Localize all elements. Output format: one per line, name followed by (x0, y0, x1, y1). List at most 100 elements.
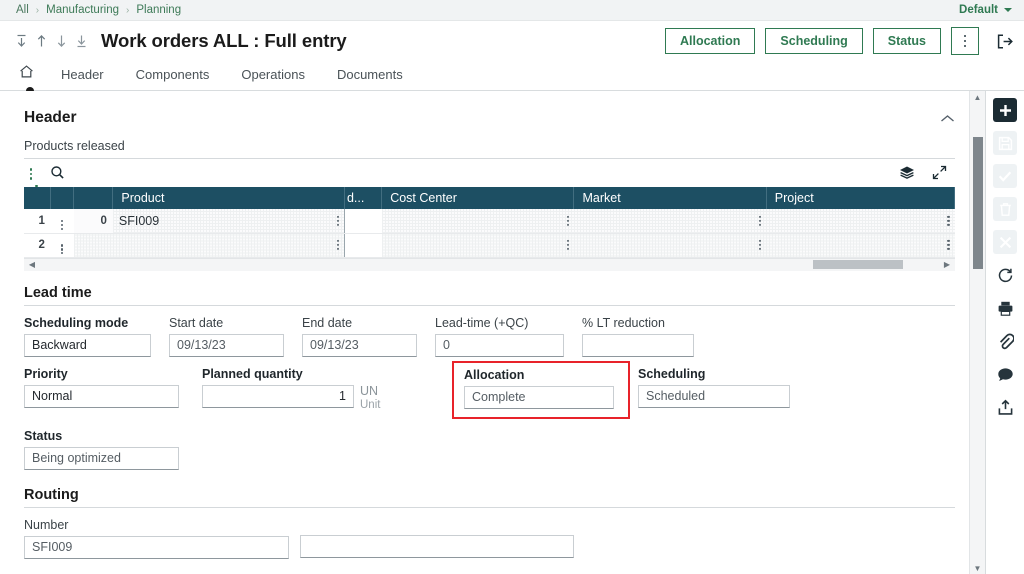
row-menu-button[interactable] (51, 233, 74, 257)
tab-bar: Header Components Operations Documents (0, 61, 1024, 91)
column-header-seq[interactable] (74, 187, 113, 209)
status-input[interactable] (24, 447, 179, 470)
scroll-right-icon[interactable]: ▶ (939, 260, 955, 269)
exit-icon[interactable] (995, 32, 1014, 51)
scroll-track[interactable] (40, 260, 939, 269)
table-row[interactable]: 1 0 SFI009 (24, 209, 955, 233)
column-header-rownum[interactable] (24, 187, 51, 209)
planned-quantity-input[interactable] (202, 385, 354, 408)
search-icon[interactable] (50, 165, 65, 183)
cell-project[interactable] (766, 209, 954, 233)
tab-operations[interactable]: Operations (225, 61, 321, 91)
cell-menu-icon[interactable] (567, 240, 569, 250)
share-icon[interactable] (993, 395, 1017, 419)
scroll-left-icon[interactable]: ◀ (24, 260, 40, 269)
scheduling-button[interactable]: Scheduling (765, 28, 862, 54)
cell-menu-icon[interactable] (759, 240, 761, 250)
breadcrumb-item-manufacturing[interactable]: Manufacturing (46, 4, 119, 16)
cell-d[interactable] (344, 233, 381, 257)
refresh-icon[interactable] (993, 263, 1017, 287)
unit-code: UN (360, 384, 452, 399)
cell-seq[interactable] (74, 233, 113, 257)
scheduling-mode-input[interactable] (24, 334, 151, 357)
table-row[interactable]: 2 (24, 233, 955, 257)
label-routing-number: Number (24, 518, 300, 532)
column-header-project[interactable]: Project (766, 187, 954, 209)
scroll-thumb[interactable] (813, 260, 903, 269)
priority-input[interactable] (24, 385, 179, 408)
column-header-product[interactable]: Product (113, 187, 345, 209)
content-vertical-scrollbar[interactable]: ▲ ▼ (969, 91, 985, 574)
status-button[interactable]: Status (873, 28, 941, 54)
label-end-date: End date (302, 316, 435, 330)
breadcrumb-item-planning[interactable]: Planning (136, 4, 181, 16)
grid-menu-dot-icon (35, 185, 37, 187)
cell-menu-icon[interactable] (947, 216, 949, 226)
home-icon (18, 62, 35, 90)
lead-time-qc-input[interactable] (435, 334, 564, 357)
expand-icon[interactable] (932, 165, 947, 183)
routing-number-input[interactable] (24, 536, 289, 559)
scroll-down-icon[interactable]: ▼ (970, 562, 985, 574)
table-body: 1 0 SFI009 2 (24, 209, 955, 257)
row-menu-button[interactable] (51, 209, 74, 233)
scroll-thumb[interactable] (973, 137, 983, 269)
field-status: Status (24, 429, 202, 470)
column-header-handle[interactable] (51, 187, 74, 209)
tab-home[interactable] (14, 61, 45, 91)
breadcrumb-separator: › (126, 5, 129, 16)
content-padding: Header Products released (0, 91, 985, 559)
table-horizontal-scrollbar[interactable]: ◀ ▶ (24, 258, 955, 271)
cell-cost-center[interactable] (382, 233, 574, 257)
cell-d[interactable] (344, 209, 381, 233)
profile-selector[interactable]: Default (959, 4, 1012, 16)
column-header-cost-center[interactable]: Cost Center (382, 187, 574, 209)
next-record-icon[interactable] (54, 33, 69, 49)
field-lead-time-qc: Lead-time (+QC) (435, 316, 582, 357)
action-buttons: Allocation Scheduling Status (665, 27, 1014, 55)
tab-documents[interactable]: Documents (321, 61, 419, 91)
attachment-icon[interactable] (993, 329, 1017, 353)
cell-menu-icon[interactable] (337, 240, 339, 250)
column-header-d[interactable]: d... (344, 187, 381, 209)
cell-menu-icon[interactable] (567, 216, 569, 226)
comment-icon[interactable] (993, 362, 1017, 386)
layers-icon[interactable] (899, 165, 915, 183)
previous-record-icon[interactable] (34, 33, 49, 49)
print-icon[interactable] (993, 296, 1017, 320)
cell-product[interactable] (113, 233, 345, 257)
add-icon[interactable] (993, 98, 1017, 122)
label-status: Status (24, 429, 202, 443)
table-head: Product d... Cost Center Market Project (24, 187, 955, 209)
column-header-market[interactable]: Market (574, 187, 766, 209)
cell-cost-center[interactable] (382, 209, 574, 233)
cell-seq[interactable]: 0 (74, 209, 113, 233)
more-actions-button[interactable] (951, 27, 979, 55)
cell-menu-icon[interactable] (337, 216, 339, 226)
end-date-input[interactable] (302, 334, 417, 357)
cell-menu-icon[interactable] (759, 216, 761, 226)
profile-label: Default (959, 4, 998, 16)
cell-menu-icon[interactable] (947, 240, 949, 250)
allocation-button[interactable]: Allocation (665, 28, 755, 54)
tab-components[interactable]: Components (120, 61, 226, 91)
lt-reduction-input[interactable] (582, 334, 694, 357)
grid-menu-icon[interactable] (30, 168, 32, 179)
tab-header[interactable]: Header (45, 61, 120, 91)
breadcrumb-item-all[interactable]: All (16, 4, 29, 16)
field-allocation-highlighted: Allocation (452, 361, 630, 419)
first-record-icon[interactable] (14, 33, 29, 49)
chevron-up-icon[interactable] (940, 111, 955, 126)
last-record-icon[interactable] (74, 33, 89, 49)
scroll-up-icon[interactable]: ▲ (970, 91, 985, 103)
allocation-input[interactable] (464, 386, 614, 409)
cell-market[interactable] (574, 209, 766, 233)
cell-product[interactable]: SFI009 (113, 209, 345, 233)
scheduling-input[interactable] (638, 385, 790, 408)
row-number: 1 (24, 209, 51, 233)
routing-description-input[interactable] (300, 535, 574, 558)
label-start-date: Start date (169, 316, 302, 330)
cell-market[interactable] (574, 233, 766, 257)
start-date-input[interactable] (169, 334, 284, 357)
cell-project[interactable] (766, 233, 954, 257)
